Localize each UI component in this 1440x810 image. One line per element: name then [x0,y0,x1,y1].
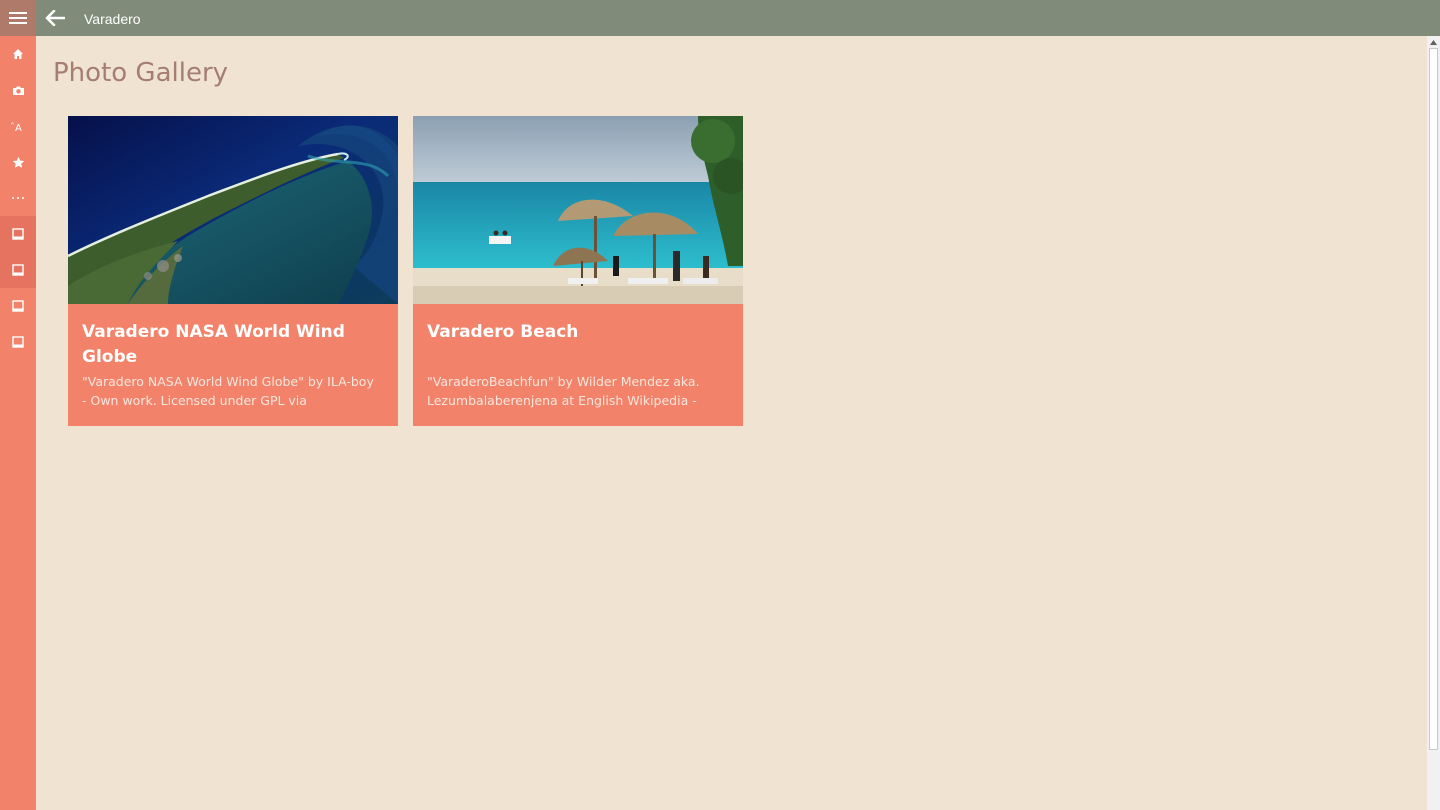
sidebar-item-page-3[interactable] [0,288,36,324]
sidebar-item-more[interactable] [0,180,36,216]
title-bar: Varadero [0,0,1440,36]
translate-icon: ᴬ A [11,121,22,132]
sidebar-item-page-2[interactable] [0,252,36,288]
card-title: Varadero NASA World Wind Globe [82,322,345,367]
window-title: Varadero [84,11,141,27]
main-content: Photo Gallery Varadero NASA World Wind G… [36,36,1427,810]
scroll-up-arrow-icon[interactable] [1427,36,1440,48]
scroll-thumb[interactable] [1429,48,1438,750]
card-description: "Varadero NASA World Wind Globe" by ILA-… [82,374,374,408]
hamburger-menu-icon[interactable] [0,0,36,36]
tablet-icon [12,264,24,276]
gallery-card[interactable]: Varadero NASA World Wind Globe "Varadero… [68,116,398,426]
tablet-icon [12,336,24,348]
sidebar-item-translate[interactable]: ᴬ A [0,108,36,144]
svg-text:ᴬ: ᴬ [11,121,14,129]
sidebar-item-home[interactable] [0,36,36,72]
page-title: Photo Gallery [53,58,229,88]
sidebar-item-page-1[interactable] [0,216,36,252]
card-title: Varadero Beach [427,322,579,342]
sidebar-item-favorites[interactable] [0,144,36,180]
sidebar-item-camera[interactable] [0,72,36,108]
sidebar-item-page-4[interactable] [0,324,36,360]
sidebar-nav: ᴬ A [0,36,36,810]
beach-photo [413,116,743,304]
back-arrow-icon[interactable] [40,2,70,34]
card-description: "VaraderoBeachfun" by Wilder Mendez aka.… [427,374,700,408]
tablet-icon [12,228,24,240]
vertical-scrollbar[interactable] [1427,36,1440,810]
tablet-icon [12,300,24,312]
home-icon [13,49,23,59]
satellite-image [68,116,398,304]
camera-icon [12,86,24,95]
gallery-card[interactable]: Varadero Beach "VaraderoBeachfun" by Wil… [413,116,743,426]
svg-text:A: A [15,123,22,132]
star-icon [12,156,24,168]
more-icon [12,197,24,199]
